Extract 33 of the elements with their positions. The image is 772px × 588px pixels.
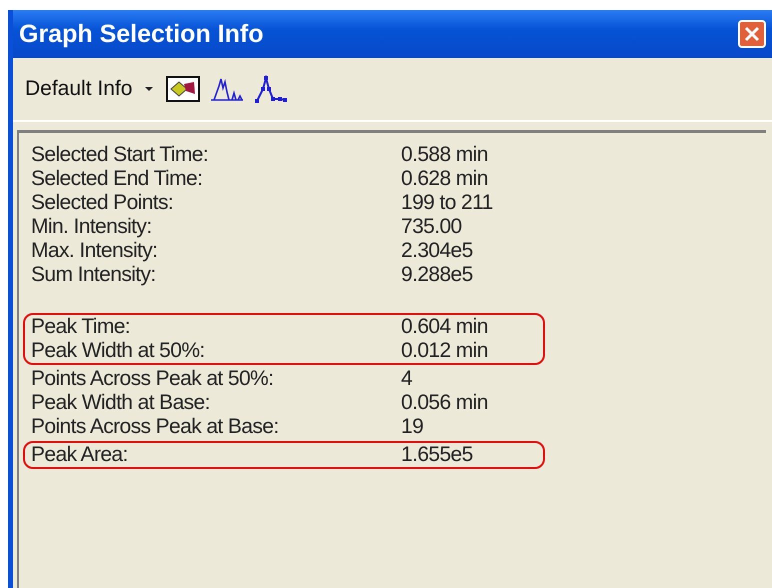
field-value: 0.588 min [401, 143, 488, 167]
field-label: Points Across Peak at 50%: [31, 367, 274, 391]
field-label: Peak Area: [31, 443, 129, 467]
field-value: 0.056 min [401, 391, 488, 415]
field-label: Peak Width at Base: [31, 391, 211, 415]
field-value: 4 [401, 367, 412, 391]
field-value: 735.00 [401, 215, 462, 239]
peaks-icon [210, 76, 244, 102]
field-label: Min. Intensity: [31, 215, 153, 239]
toolbar-button[interactable] [164, 74, 202, 104]
field-label: Max. Intensity: [31, 239, 158, 263]
field-value: 199 to 211 [401, 191, 493, 215]
field-label: Selected Start Time: [31, 143, 210, 167]
image-icon [166, 76, 200, 102]
field-label: Sum Intensity: [31, 263, 157, 287]
close-button[interactable] [738, 20, 766, 48]
view-dropdown[interactable]: Default Info [21, 77, 158, 101]
close-icon [743, 25, 761, 43]
field-value: 2.304e5 [401, 239, 473, 263]
field-value: 0.012 min [401, 339, 488, 363]
window-title: Graph Selection Info [19, 20, 264, 48]
peak-points-icon [254, 75, 288, 103]
field-label: Peak Width at 50%: [31, 339, 206, 363]
field-value: 0.604 min [401, 315, 488, 339]
field-value: 19 [401, 415, 424, 439]
caret-icon [144, 86, 154, 92]
field-label: Selected Points: [31, 191, 174, 215]
field-label: Points Across Peak at Base: [31, 415, 280, 439]
field-value: 9.288e5 [401, 263, 473, 287]
field-label: Peak Time: [31, 315, 132, 339]
field-value: 1.655e5 [401, 443, 473, 467]
field-label: Selected End Time: [31, 167, 204, 191]
field-value: 0.628 min [401, 167, 488, 191]
